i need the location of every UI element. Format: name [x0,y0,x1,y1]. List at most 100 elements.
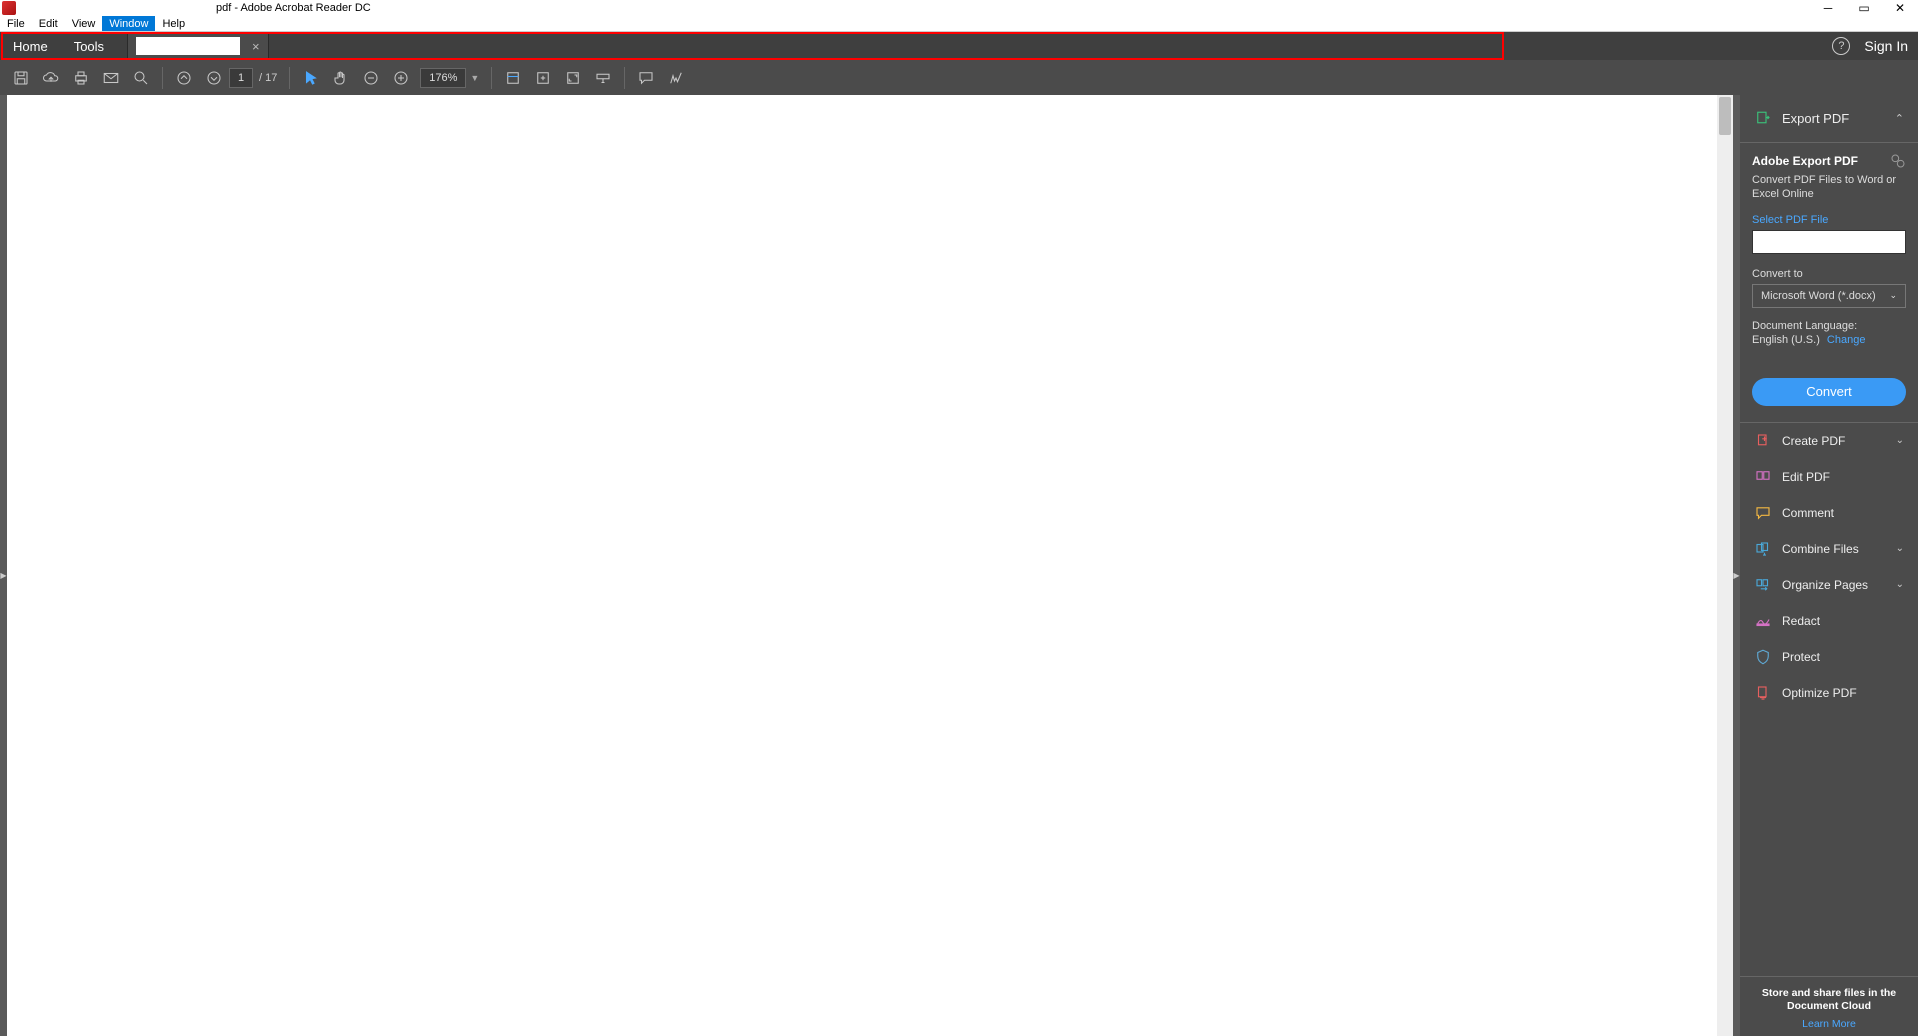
tool-optimize-pdf[interactable]: Optimize PDF [1740,675,1918,711]
select-file-input[interactable] [1752,230,1906,254]
print-icon[interactable] [66,63,96,93]
tab-close-icon[interactable]: × [244,39,268,54]
document-language-label: Document Language: [1752,320,1906,332]
page-total-label: / 17 [259,72,277,84]
tab-tools[interactable]: Tools [61,32,117,60]
title-bar: pdf - Adobe Acrobat Reader DC ─ ▭ ✕ [0,0,1918,16]
separator [289,67,290,89]
search-icon[interactable] [126,63,156,93]
right-panel: Export PDF ⌃ Adobe Export PDF Convert PD… [1740,95,1918,1036]
document-tab-name [136,37,240,55]
document-language-value: English (U.S.) [1752,334,1820,346]
menu-window[interactable]: Window [102,16,155,31]
tool-label: Redact [1782,614,1904,628]
toolbar: / 17 176% ▼ [0,60,1918,95]
select-file-label: Select PDF File [1752,214,1906,226]
maximize-button[interactable]: ▭ [1846,0,1882,16]
chevron-down-icon: ⌄ [1896,579,1904,590]
separator [491,67,492,89]
right-panel-footer: Store and share files in the Document Cl… [1740,976,1918,1036]
comment-icon [1754,504,1772,522]
tool-label: Create PDF [1782,434,1896,448]
tab-home[interactable]: Home [0,32,61,60]
separator [162,67,163,89]
tool-create-pdf[interactable]: Create PDF⌄ [1740,423,1918,459]
main-area: ▶ ▶ Export PDF ⌃ Adobe Export PDF Conver… [0,95,1918,1036]
tool-comment[interactable]: Comment [1740,495,1918,531]
menu-edit[interactable]: Edit [32,16,65,31]
help-icon[interactable]: ? [1832,37,1850,55]
fit-page-icon[interactable] [528,63,558,93]
footer-text: Store and share files in the Document Cl… [1748,987,1910,1014]
left-panel-toggle[interactable]: ▶ [0,95,7,1036]
save-icon[interactable] [6,63,36,93]
chevron-right-icon: ▶ [1,566,6,586]
scrollbar-thumb[interactable] [1719,97,1731,135]
email-icon[interactable] [96,63,126,93]
edit-pdf-icon [1754,468,1772,486]
export-subtitle: Adobe Export PDF [1752,154,1858,168]
protect-icon [1754,648,1772,666]
convert-format-select[interactable]: Microsoft Word (*.docx) ⌄ [1752,284,1906,308]
vertical-scrollbar[interactable] [1717,95,1733,1036]
hand-tool-icon[interactable] [326,63,356,93]
chevron-down-icon: ⌄ [1896,543,1904,554]
menu-file[interactable]: File [0,16,32,31]
change-language-link[interactable]: Change [1827,334,1866,346]
convert-button[interactable]: Convert [1752,378,1906,406]
export-pdf-header[interactable]: Export PDF ⌃ [1740,95,1918,143]
menu-help[interactable]: Help [155,16,192,31]
tool-edit-pdf[interactable]: Edit PDF [1740,459,1918,495]
page-number-input[interactable] [229,68,253,88]
read-mode-icon[interactable] [588,63,618,93]
document-tab[interactable]: × [127,32,269,60]
fullscreen-icon[interactable] [558,63,588,93]
tool-organize-pages[interactable]: Organize Pages⌄ [1740,567,1918,603]
tool-redact[interactable]: Redact [1740,603,1918,639]
zoom-level-input[interactable]: 176% [420,68,466,88]
organize-pages-icon [1754,576,1772,594]
export-description: Convert PDF Files to Word or Excel Onlin… [1752,173,1906,202]
menu-bar: File Edit View Window Help [0,16,1918,32]
create-pdf-icon [1754,432,1772,450]
document-view[interactable] [7,95,1733,1036]
export-pdf-icon [1754,110,1772,128]
right-panel-toggle[interactable]: ▶ [1733,95,1740,1036]
tool-combine-files[interactable]: Combine Files⌄ [1740,531,1918,567]
chevron-up-icon: ⌃ [1895,112,1904,125]
tool-label: Edit PDF [1782,470,1904,484]
tool-protect[interactable]: Protect [1740,639,1918,675]
window-title: pdf - Adobe Acrobat Reader DC [216,2,371,14]
menu-view[interactable]: View [65,16,103,31]
chevron-down-icon: ⌄ [1896,435,1904,446]
tab-strip: Home Tools × ? Sign In [0,32,1918,60]
chevron-right-icon: ▶ [1734,566,1739,586]
selection-tool-icon[interactable] [296,63,326,93]
minimize-button[interactable]: ─ [1810,0,1846,16]
tool-label: Organize Pages [1782,578,1896,592]
zoom-dropdown-icon[interactable]: ▼ [470,73,479,83]
convert-format-value: Microsoft Word (*.docx) [1761,290,1876,302]
zoom-in-icon[interactable] [386,63,416,93]
page-up-icon[interactable] [169,63,199,93]
sign-in-button[interactable]: Sign In [1864,38,1908,54]
cloud-upload-icon[interactable] [36,63,66,93]
convert-to-label: Convert to [1752,268,1906,280]
window-controls: ─ ▭ ✕ [1810,0,1918,16]
export-pdf-label: Export PDF [1782,111,1895,126]
comment-icon[interactable] [631,63,661,93]
tool-label: Combine Files [1782,542,1896,556]
fit-width-icon[interactable] [498,63,528,93]
settings-icon[interactable] [1890,153,1906,169]
export-pdf-body: Adobe Export PDF Convert PDF Files to Wo… [1740,143,1918,423]
tool-label: Protect [1782,650,1904,664]
redact-icon [1754,612,1772,630]
tool-label: Comment [1782,506,1904,520]
zoom-out-icon[interactable] [356,63,386,93]
close-button[interactable]: ✕ [1882,0,1918,16]
combine-files-icon [1754,540,1772,558]
learn-more-link[interactable]: Learn More [1748,1018,1910,1030]
app-icon [2,1,16,15]
sign-icon[interactable] [661,63,691,93]
page-down-icon[interactable] [199,63,229,93]
